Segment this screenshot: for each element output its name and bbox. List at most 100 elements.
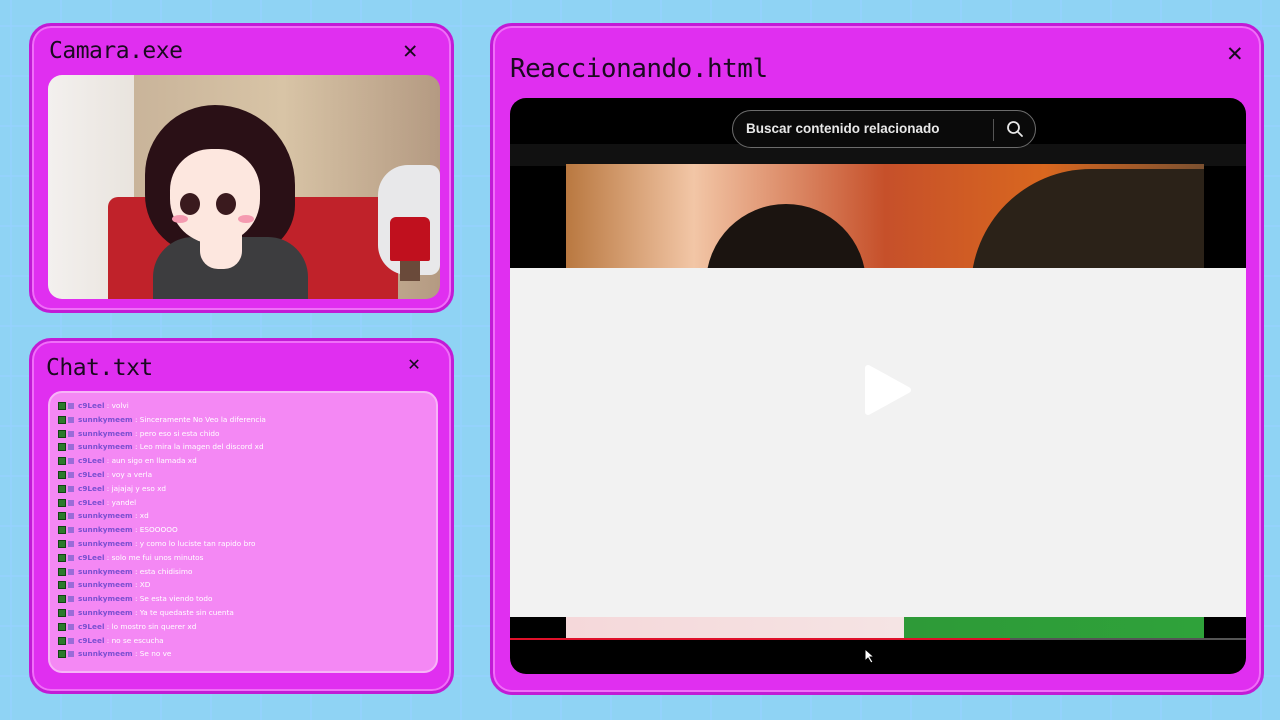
- badge-icon: [58, 622, 66, 631]
- avatar-blush-left: [172, 215, 188, 223]
- video-loading-panel[interactable]: [510, 268, 1246, 617]
- badge-icon: [68, 637, 74, 644]
- chat-separator: :: [132, 538, 140, 548]
- search-input[interactable]: Buscar contenido relacionado: [746, 121, 940, 136]
- chat-username: sunnkymeem: [78, 580, 133, 590]
- chat-username: sunnkymeem: [78, 538, 133, 548]
- chat-message: c9Leel : yandel: [58, 496, 436, 510]
- close-icon[interactable]: ✕: [403, 38, 417, 62]
- lamp-base-scene: [400, 261, 420, 281]
- chat-username: sunnkymeem: [78, 594, 133, 604]
- chat-text: xd: [139, 511, 149, 521]
- chat-text: y como lo luciste tan rapido bro: [139, 538, 256, 548]
- chat-message: c9Leel : solo me fui unos minutos: [58, 551, 436, 565]
- chat-message-list[interactable]: c9Leel : volvi sunnkymeem : Sinceramente …: [48, 391, 438, 673]
- chat-message: sunnkymeem : Se esta viendo todo: [58, 592, 436, 606]
- chat-text: esta chidisimo: [139, 566, 193, 576]
- badge-icon: [58, 553, 66, 562]
- chat-message: sunnkymeem : esta chidisimo: [58, 565, 436, 579]
- chat-message: c9Leel : voy a verla: [58, 468, 436, 482]
- chat-separator: :: [132, 580, 140, 590]
- chat-username: sunnkymeem: [78, 414, 133, 424]
- badge-icon: [68, 623, 74, 630]
- chat-message: sunnkymeem : Se no ve: [58, 647, 436, 661]
- chat-username: sunnkymeem: [78, 649, 133, 659]
- chat-text: voy a verla: [111, 469, 153, 479]
- chat-text: jajajaj y eso xd: [111, 483, 167, 493]
- badge-icon: [58, 636, 66, 645]
- badge-icon: [68, 568, 74, 575]
- chat-message: c9Leel : volvi: [58, 399, 436, 413]
- chat-separator: :: [104, 635, 112, 645]
- chat-username: sunnkymeem: [78, 607, 133, 617]
- badge-icon: [68, 609, 74, 616]
- badge-icon: [68, 540, 74, 547]
- chat-message: sunnkymeem : pero eso si esta chido: [58, 427, 436, 441]
- camera-window-title: Camara.exe: [49, 38, 183, 64]
- badge-icon: [68, 527, 74, 534]
- chat-separator: :: [132, 594, 140, 604]
- badge-icon: [68, 444, 74, 451]
- video-player[interactable]: Buscar contenido relacionado: [510, 98, 1246, 674]
- chat-username: c9Leel: [78, 401, 105, 410]
- reaction-window-title: Reaccionando.html: [510, 54, 768, 84]
- video-frame-bottom: [566, 617, 1204, 639]
- chat-separator: :: [132, 428, 140, 438]
- chat-username: c9Leel: [78, 456, 105, 466]
- chat-username: sunnkymeem: [78, 442, 133, 452]
- chat-text: pero eso si esta chido: [139, 428, 220, 438]
- play-icon[interactable]: [864, 364, 912, 416]
- badge-icon: [58, 595, 66, 604]
- avatar-blush-right: [238, 215, 254, 223]
- badge-icon: [58, 402, 66, 410]
- chat-username: c9Leel: [78, 621, 105, 631]
- chat-username: sunnkymeem: [78, 566, 133, 576]
- badge-icon: [58, 457, 66, 466]
- badge-icon: [68, 403, 74, 409]
- chat-separator: :: [104, 552, 112, 562]
- person-head-right: [971, 169, 1204, 268]
- avatar-eye-right: [216, 193, 236, 215]
- chat-username: c9Leel: [78, 483, 105, 493]
- search-bar[interactable]: Buscar contenido relacionado: [732, 110, 1036, 148]
- chat-separator: :: [132, 511, 140, 521]
- badge-icon: [68, 485, 74, 492]
- video-frame-top: [566, 164, 1204, 268]
- chat-separator: :: [132, 607, 140, 617]
- search-icon[interactable]: [1006, 120, 1024, 138]
- badge-icon: [58, 415, 66, 424]
- chat-text: ESOOOOO: [139, 525, 178, 535]
- badge-icon: [58, 498, 66, 507]
- chat-username: c9Leel: [78, 497, 105, 507]
- webcam-feed: [48, 75, 440, 299]
- chat-separator: :: [132, 525, 140, 535]
- chat-separator: :: [104, 497, 112, 507]
- reaction-window: Reaccionando.html ✕ Buscar contenido rel…: [490, 23, 1264, 695]
- chat-separator: :: [104, 401, 112, 410]
- chat-separator: :: [132, 649, 140, 659]
- chat-message: c9Leel : no se escucha: [58, 634, 436, 648]
- badge-icon: [58, 443, 66, 452]
- badge-icon: [58, 512, 66, 521]
- chat-text: Leo mira la imagen del discord xd: [139, 442, 264, 452]
- badge-icon: [68, 582, 74, 589]
- chat-window-title: Chat.txt: [46, 355, 153, 381]
- chat-username: sunnkymeem: [78, 428, 133, 438]
- close-icon[interactable]: ✕: [1227, 40, 1243, 66]
- avatar-eye-left: [180, 193, 200, 215]
- chat-text: no se escucha: [111, 635, 164, 645]
- chat-message: sunnkymeem : ESOOOOO: [58, 523, 436, 537]
- badge-icon: [68, 416, 74, 423]
- chat-username: sunnkymeem: [78, 525, 133, 535]
- badge-icon: [68, 499, 74, 506]
- mouse-cursor-icon: [864, 648, 876, 664]
- chat-text: lo mostro sin querer xd: [111, 621, 197, 631]
- progress-bar: [510, 638, 1011, 640]
- search-divider: [993, 119, 994, 141]
- close-icon[interactable]: ✕: [408, 353, 420, 373]
- chat-text: Ya te quedaste sin cuenta: [139, 607, 234, 617]
- chat-text: aun sigo en llamada xd: [111, 456, 197, 466]
- badge-icon: [58, 608, 66, 617]
- badge-icon: [58, 539, 66, 548]
- badge-icon: [58, 581, 66, 590]
